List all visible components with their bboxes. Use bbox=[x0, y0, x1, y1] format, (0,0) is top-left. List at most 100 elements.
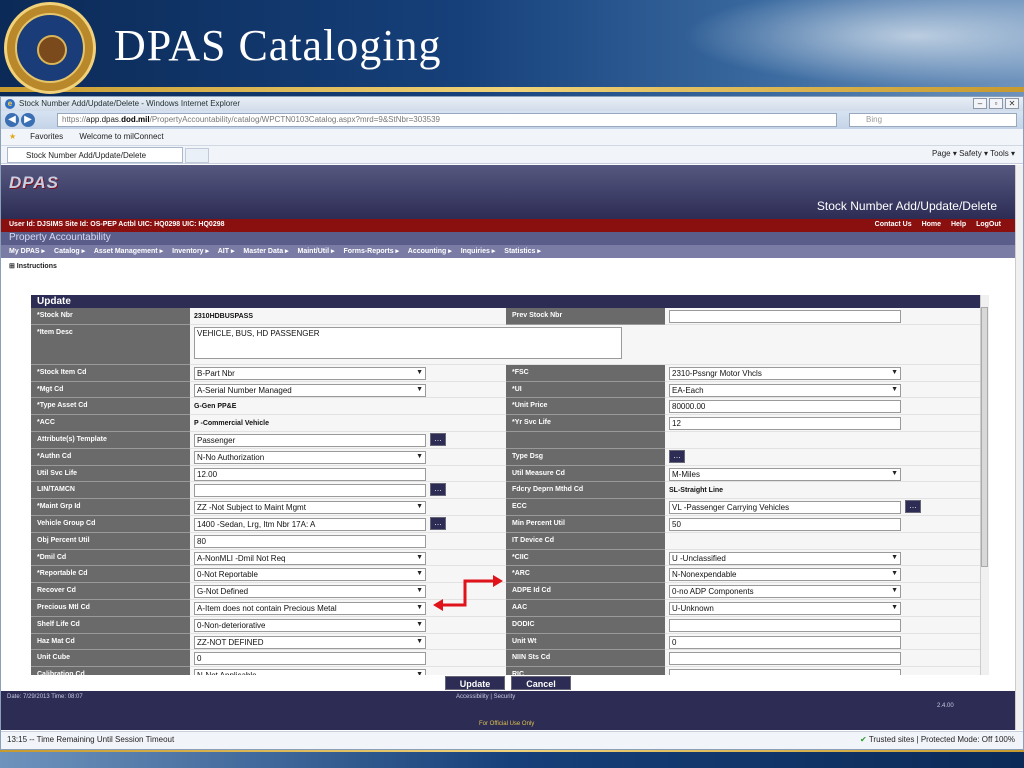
text-input[interactable]: 12.00 bbox=[194, 467, 426, 481]
url-input[interactable]: https://app.dpas.dod.mil/PropertyAccount… bbox=[57, 113, 837, 127]
text-input[interactable]: 80 bbox=[194, 534, 426, 548]
field-label: Util Svc Life bbox=[31, 465, 190, 483]
favorites-star-icon[interactable]: ★ bbox=[9, 132, 16, 141]
chevron-down-icon[interactable]: ▼ bbox=[891, 604, 898, 611]
lookup-button[interactable]: … bbox=[430, 432, 446, 446]
dropdown-select[interactable]: 0-Not Reportable ▼ bbox=[194, 568, 426, 582]
text-input[interactable]: 50 bbox=[669, 517, 901, 531]
menu-inventory[interactable]: Inventory ▸ bbox=[172, 248, 209, 255]
field-label: Obj Percent Util bbox=[31, 532, 190, 550]
menu-maint-util[interactable]: Maint/Util ▸ bbox=[298, 248, 335, 255]
dropdown-value: 0-Not Reportable bbox=[197, 570, 258, 580]
contact-us-link[interactable]: Contact Us bbox=[875, 221, 912, 228]
menu-master-data[interactable]: Master Data ▸ bbox=[243, 248, 288, 255]
field-label: Recover Cd bbox=[31, 583, 190, 600]
menu-ait[interactable]: AIT ▸ bbox=[218, 248, 235, 255]
dropdown-select[interactable]: B-Part Nbr ▼ bbox=[194, 366, 426, 380]
chevron-down-icon[interactable]: ▼ bbox=[416, 621, 423, 628]
chevron-down-icon[interactable]: ▼ bbox=[416, 369, 423, 376]
status-bar: 13:15 -- Time Remaining Until Session Ti… bbox=[1, 731, 1023, 749]
footer-fouo: For Official Use Only bbox=[479, 721, 535, 727]
text-input[interactable]: 0 bbox=[194, 652, 426, 666]
dropdown-select[interactable]: N-Nonexpendable ▼ bbox=[669, 568, 901, 582]
dropdown-select[interactable]: 0-no ADP Components ▼ bbox=[669, 585, 901, 599]
chevron-down-icon[interactable]: ▼ bbox=[416, 638, 423, 645]
instructions-toggle[interactable]: ⊞ Instructions bbox=[1, 258, 1015, 274]
dropdown-select[interactable]: ZZ -Not Subject to Maint Mgmt ▼ bbox=[194, 501, 426, 515]
cancel-button[interactable]: Cancel bbox=[511, 676, 571, 690]
dropdown-value: A-Item does not contain Precious Metal bbox=[197, 603, 337, 613]
chevron-down-icon[interactable]: ▼ bbox=[891, 570, 898, 577]
text-input[interactable] bbox=[669, 652, 901, 666]
lookup-button[interactable]: … bbox=[905, 500, 921, 514]
form-scrollbar[interactable] bbox=[980, 295, 989, 675]
dropdown-select[interactable]: EA-Each ▼ bbox=[669, 383, 901, 397]
lookup-button[interactable]: … bbox=[430, 483, 446, 497]
field-label: Type Dsg bbox=[506, 448, 665, 466]
dropdown-select[interactable]: A-NonMLI -Dmil Not Req ▼ bbox=[194, 551, 426, 565]
logout-link[interactable]: LogOut bbox=[976, 221, 1001, 228]
text-input[interactable]: 0 bbox=[669, 635, 901, 649]
menu-statistics[interactable]: Statistics ▸ bbox=[504, 248, 541, 255]
command-bar[interactable]: Page ▾ Safety ▾ Tools ▾ bbox=[932, 149, 1015, 158]
dropdown-select[interactable]: U -Unclassified ▼ bbox=[669, 551, 901, 565]
menu-inquiries[interactable]: Inquiries ▸ bbox=[461, 248, 496, 255]
lookup-button[interactable]: … bbox=[430, 516, 446, 530]
text-input[interactable]: Passenger bbox=[194, 433, 426, 447]
menu-my-dpas[interactable]: My DPAS ▸ bbox=[9, 248, 45, 255]
dropdown-select[interactable]: N-No Authorization ▼ bbox=[194, 450, 426, 464]
text-input[interactable] bbox=[194, 484, 426, 498]
dropdown-select[interactable]: M-Miles ▼ bbox=[669, 467, 901, 481]
security-zone: Trusted sites | Protected Mode: Off bbox=[868, 735, 993, 744]
chevron-down-icon[interactable]: ▼ bbox=[416, 453, 423, 460]
field-label: RIC bbox=[506, 667, 665, 675]
chevron-down-icon[interactable]: ▼ bbox=[891, 386, 898, 393]
text-input[interactable]: 1400 -Sedan, Lrg, Itm Nbr 17A: A bbox=[194, 517, 426, 531]
dropdown-select[interactable]: A-Serial Number Managed ▼ bbox=[194, 383, 426, 397]
text-input[interactable] bbox=[669, 618, 901, 632]
chevron-down-icon[interactable]: ▼ bbox=[891, 554, 898, 561]
maximize-icon[interactable]: ▫ bbox=[989, 98, 1003, 109]
item-desc-textarea[interactable]: VEHICLE, BUS, HD PASSENGER bbox=[194, 326, 622, 359]
dropdown-select[interactable]: ZZ-NOT DEFINED ▼ bbox=[194, 635, 426, 649]
menu-asset-management[interactable]: Asset Management ▸ bbox=[94, 248, 163, 255]
lookup-button[interactable]: … bbox=[669, 449, 685, 463]
chevron-down-icon[interactable]: ▼ bbox=[416, 386, 423, 393]
chevron-down-icon[interactable]: ▼ bbox=[416, 503, 423, 510]
help-link[interactable]: Help bbox=[951, 221, 966, 228]
tab-stock-number[interactable]: Stock Number Add/Update/Delete bbox=[7, 147, 183, 163]
form-scroll-thumb[interactable] bbox=[981, 307, 988, 567]
prev-stock-nbr-input[interactable] bbox=[669, 310, 901, 323]
menu-accounting[interactable]: Accounting ▸ bbox=[408, 248, 452, 255]
chevron-down-icon[interactable]: ▼ bbox=[891, 369, 898, 376]
dropdown-select[interactable]: G-Not Defined ▼ bbox=[194, 585, 426, 599]
dropdown-select[interactable]: U-Unknown ▼ bbox=[669, 601, 901, 615]
menu-catalog[interactable]: Catalog ▸ bbox=[54, 248, 85, 255]
dropdown-select[interactable]: A-Item does not contain Precious Metal ▼ bbox=[194, 601, 426, 615]
home-link[interactable]: Home bbox=[922, 221, 941, 228]
search-input[interactable]: Bing bbox=[849, 113, 1017, 127]
favorite-link-milconnect[interactable]: Welcome to milConnect bbox=[79, 132, 163, 141]
zoom-level[interactable]: 100% bbox=[995, 735, 1015, 744]
minimize-icon[interactable]: – bbox=[973, 98, 987, 109]
favorites-button[interactable]: Favorites bbox=[30, 132, 63, 141]
forward-icon[interactable]: ▶ bbox=[21, 113, 35, 127]
close-icon[interactable]: ✕ bbox=[1005, 98, 1019, 109]
field-cell: 0-no ADP Components ▼ bbox=[665, 583, 989, 600]
field-cell bbox=[665, 431, 989, 449]
update-button[interactable]: Update bbox=[445, 676, 505, 690]
text-input[interactable]: 80000.00 bbox=[669, 400, 901, 414]
new-tab-button[interactable] bbox=[185, 148, 209, 163]
dropdown-select[interactable]: 0-Non-deteriorative ▼ bbox=[194, 618, 426, 632]
back-icon[interactable]: ◀ bbox=[5, 113, 19, 127]
page-scrollbar[interactable] bbox=[1015, 165, 1023, 730]
chevron-down-icon[interactable]: ▼ bbox=[891, 470, 898, 477]
dropdown-select[interactable]: 2310-Pssngr Motor Vhcls ▼ bbox=[669, 366, 901, 380]
text-input[interactable]: 12 bbox=[669, 417, 901, 431]
menu-forms-reports[interactable]: Forms-Reports ▸ bbox=[343, 248, 399, 255]
field-cell: N-No Authorization ▼ bbox=[190, 448, 506, 466]
chevron-down-icon[interactable]: ▼ bbox=[416, 554, 423, 561]
text-input[interactable]: VL -Passenger Carrying Vehicles bbox=[669, 501, 901, 515]
footer-links[interactable]: Accessibility | Security bbox=[456, 694, 515, 700]
chevron-down-icon[interactable]: ▼ bbox=[891, 587, 898, 594]
